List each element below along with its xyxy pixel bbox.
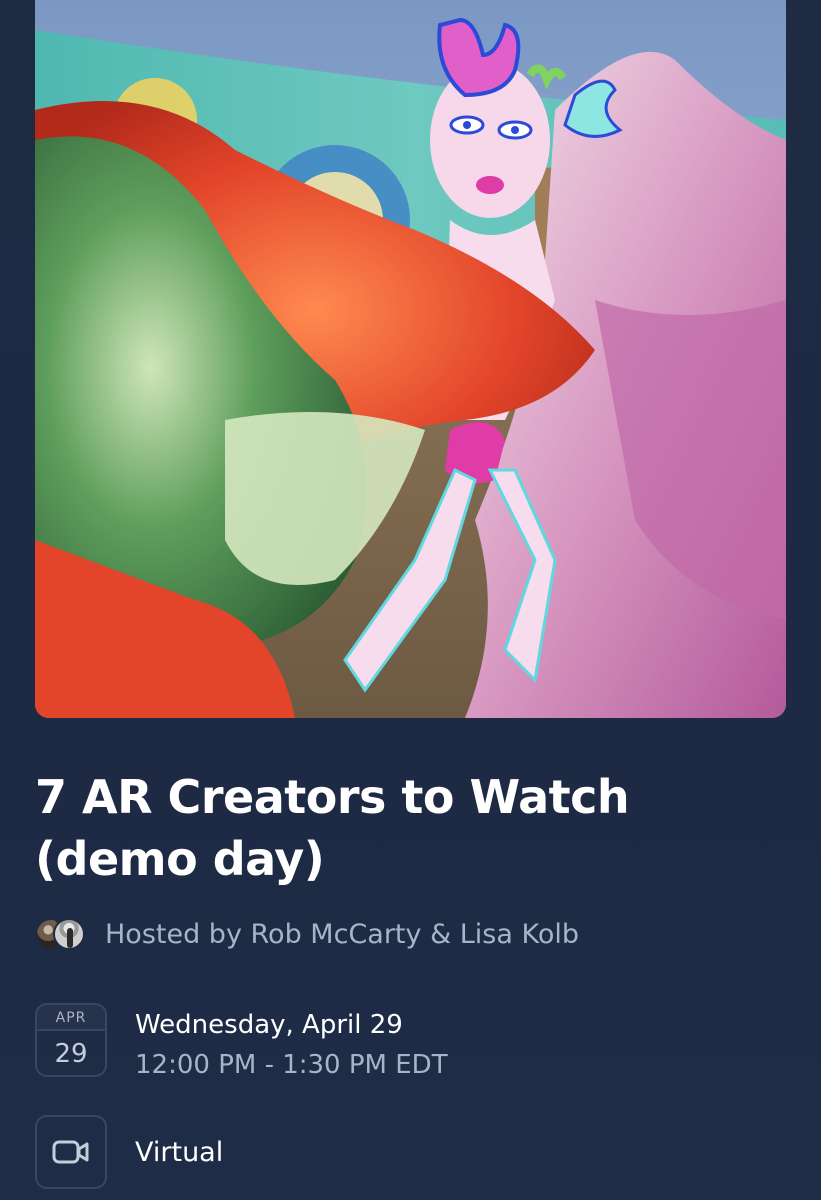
event-location: Virtual (135, 1136, 224, 1168)
avatar (53, 918, 85, 950)
host-avatars (35, 916, 91, 952)
date-time-row[interactable]: APR 29 Wednesday, April 29 12:00 PM - 1:… (35, 1003, 448, 1087)
event-time: 12:00 PM - 1:30 PM EDT (135, 1050, 448, 1080)
event-title-line-1: 7 AR Creators to Watch (35, 770, 630, 824)
cover-art (35, 0, 786, 718)
hosts-row[interactable]: Hosted by Rob McCarty & Lisa Kolb (35, 914, 579, 954)
date-text: Wednesday, April 29 12:00 PM - 1:30 PM E… (135, 1003, 448, 1087)
event-title-line-2: (demo day) (35, 832, 325, 886)
video-camera-glyph (52, 1140, 89, 1164)
event-cover-image[interactable] (35, 0, 786, 718)
calendar-icon: APR 29 (35, 1003, 107, 1077)
calendar-month: APR (37, 1005, 105, 1031)
location-row[interactable]: Virtual (35, 1115, 223, 1189)
video-camera-icon (35, 1115, 107, 1189)
event-title: 7 AR Creators to Watch (demo day) (35, 766, 775, 890)
event-date: Wednesday, April 29 (135, 1010, 403, 1040)
hosted-by-text: Hosted by Rob McCarty & Lisa Kolb (105, 918, 579, 950)
event-page: 7 AR Creators to Watch (demo day) Hosted… (0, 0, 821, 1200)
calendar-day: 29 (54, 1039, 88, 1069)
